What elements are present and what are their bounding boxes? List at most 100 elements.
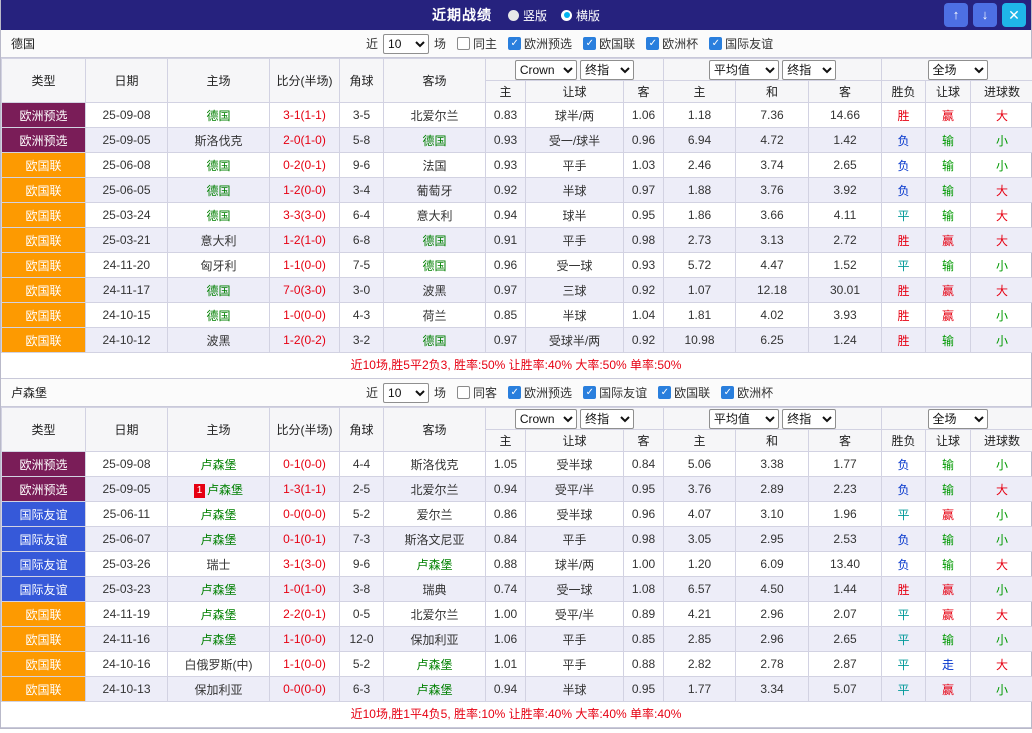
avg-stage-select[interactable]: 终指 [782,60,836,80]
home-team-name[interactable]: 卢森堡 [200,633,236,647]
same-away-checkbox[interactable]: 同客 [457,384,497,401]
bookmaker-select[interactable]: Crown [515,409,577,429]
home-team-name[interactable]: 德国 [206,159,230,173]
same-home-checkbox[interactable]: 同主 [457,35,497,52]
match-count-select[interactable]: 10 [383,383,429,403]
away-team-name[interactable]: 北爱尔兰 [410,483,458,497]
home-team[interactable]: 意大利 [168,228,270,253]
away-team[interactable]: 德国 [384,253,486,278]
home-team-name[interactable]: 瑞士 [206,558,230,572]
home-team[interactable]: 卢森堡 [168,452,270,477]
home-team[interactable]: 德国 [168,303,270,328]
radio-horizontal-layout[interactable]: 横版 [561,7,600,24]
home-team[interactable]: 瑞士 [168,552,270,577]
home-team[interactable]: 德国 [168,178,270,203]
home-team[interactable]: 斯洛伐克 [168,128,270,153]
home-team[interactable]: 德国 [168,203,270,228]
away-team[interactable]: 法国 [384,153,486,178]
home-team-name[interactable]: 保加利亚 [194,683,242,697]
home-team[interactable]: 德国 [168,278,270,303]
away-team-name[interactable]: 爱尔兰 [416,508,452,522]
home-team[interactable]: 卢森堡 [168,627,270,652]
home-team[interactable]: 波黑 [168,328,270,353]
away-team[interactable]: 保加利亚 [384,627,486,652]
home-team[interactable]: 卢森堡 [168,527,270,552]
away-team-name[interactable]: 斯洛文尼亚 [404,533,464,547]
avg-stage-select[interactable]: 终指 [782,409,836,429]
away-team-name[interactable]: 瑞典 [422,583,446,597]
away-team[interactable]: 卢森堡 [384,552,486,577]
home-team[interactable]: 德国 [168,153,270,178]
away-team-name[interactable]: 葡萄牙 [416,184,452,198]
away-team[interactable]: 德国 [384,128,486,153]
away-team-name[interactable]: 北爱尔兰 [410,109,458,123]
home-team-name[interactable]: 德国 [206,209,230,223]
home-team-name[interactable]: 匈牙利 [200,259,236,273]
away-team[interactable]: 瑞典 [384,577,486,602]
comp-checkbox-qualifier[interactable]: 欧洲预选 [508,384,572,401]
away-team-name[interactable]: 卢森堡 [416,683,452,697]
home-team-name[interactable]: 卢森堡 [200,608,236,622]
away-team-name[interactable]: 北爱尔兰 [410,608,458,622]
away-team[interactable]: 波黑 [384,278,486,303]
comp-checkbox-euro[interactable]: 欧洲杯 [646,35,698,52]
home-team[interactable]: 匈牙利 [168,253,270,278]
away-team-name[interactable]: 德国 [422,234,446,248]
home-team-name[interactable]: 卢森堡 [200,583,236,597]
odds-stage-select[interactable]: 终指 [580,409,634,429]
average-select[interactable]: 平均值 [709,60,779,80]
away-team-name[interactable]: 德国 [422,134,446,148]
home-team[interactable]: 白俄罗斯(中) [168,652,270,677]
odds-stage-select[interactable]: 终指 [580,60,634,80]
scroll-up-button[interactable]: ↑ [944,3,968,27]
away-team[interactable]: 卢森堡 [384,652,486,677]
away-team[interactable]: 北爱尔兰 [384,602,486,627]
away-team[interactable]: 葡萄牙 [384,178,486,203]
home-team-name[interactable]: 卢森堡 [200,533,236,547]
match-count-select[interactable]: 10 [383,34,429,54]
home-team-name[interactable]: 德国 [206,184,230,198]
away-team[interactable]: 斯洛文尼亚 [384,527,486,552]
away-team[interactable]: 德国 [384,228,486,253]
home-team-name[interactable]: 卢森堡 [207,483,243,497]
home-team[interactable]: 卢森堡 [168,502,270,527]
home-team[interactable]: 保加利亚 [168,677,270,702]
home-team-name[interactable]: 意大利 [200,234,236,248]
comp-checkbox-friendly[interactable]: 国际友谊 [583,384,647,401]
comp-checkbox-friendly[interactable]: 国际友谊 [709,35,773,52]
away-team-name[interactable]: 意大利 [416,209,452,223]
scroll-down-button[interactable]: ↓ [973,3,997,27]
comp-checkbox-nations-league[interactable]: 欧国联 [583,35,635,52]
home-team-name[interactable]: 德国 [206,309,230,323]
home-team-name[interactable]: 卢森堡 [200,458,236,472]
home-team-name[interactable]: 卢森堡 [200,508,236,522]
comp-checkbox-nations-league[interactable]: 欧国联 [658,384,710,401]
home-team-name[interactable]: 德国 [206,109,230,123]
home-team-name[interactable]: 白俄罗斯(中) [185,658,253,672]
home-team[interactable]: 德国 [168,103,270,128]
scope-select[interactable]: 全场 [928,60,988,80]
away-team[interactable]: 卢森堡 [384,677,486,702]
home-team-name[interactable]: 德国 [206,284,230,298]
away-team-name[interactable]: 德国 [422,259,446,273]
away-team[interactable]: 爱尔兰 [384,502,486,527]
away-team[interactable]: 意大利 [384,203,486,228]
radio-vertical-layout[interactable]: 竖版 [508,7,547,24]
away-team-name[interactable]: 保加利亚 [410,633,458,647]
away-team-name[interactable]: 斯洛伐克 [410,458,458,472]
home-team[interactable]: 1卢森堡 [168,477,270,502]
comp-checkbox-qualifier[interactable]: 欧洲预选 [508,35,572,52]
home-team-name[interactable]: 波黑 [206,334,230,348]
home-team-name[interactable]: 斯洛伐克 [194,134,242,148]
away-team[interactable]: 斯洛伐克 [384,452,486,477]
average-select[interactable]: 平均值 [709,409,779,429]
away-team-name[interactable]: 法国 [422,159,446,173]
away-team-name[interactable]: 卢森堡 [416,558,452,572]
away-team-name[interactable]: 德国 [422,334,446,348]
away-team-name[interactable]: 波黑 [422,284,446,298]
away-team[interactable]: 北爱尔兰 [384,477,486,502]
scope-select[interactable]: 全场 [928,409,988,429]
bookmaker-select[interactable]: Crown [515,60,577,80]
home-team[interactable]: 卢森堡 [168,602,270,627]
away-team[interactable]: 北爱尔兰 [384,103,486,128]
